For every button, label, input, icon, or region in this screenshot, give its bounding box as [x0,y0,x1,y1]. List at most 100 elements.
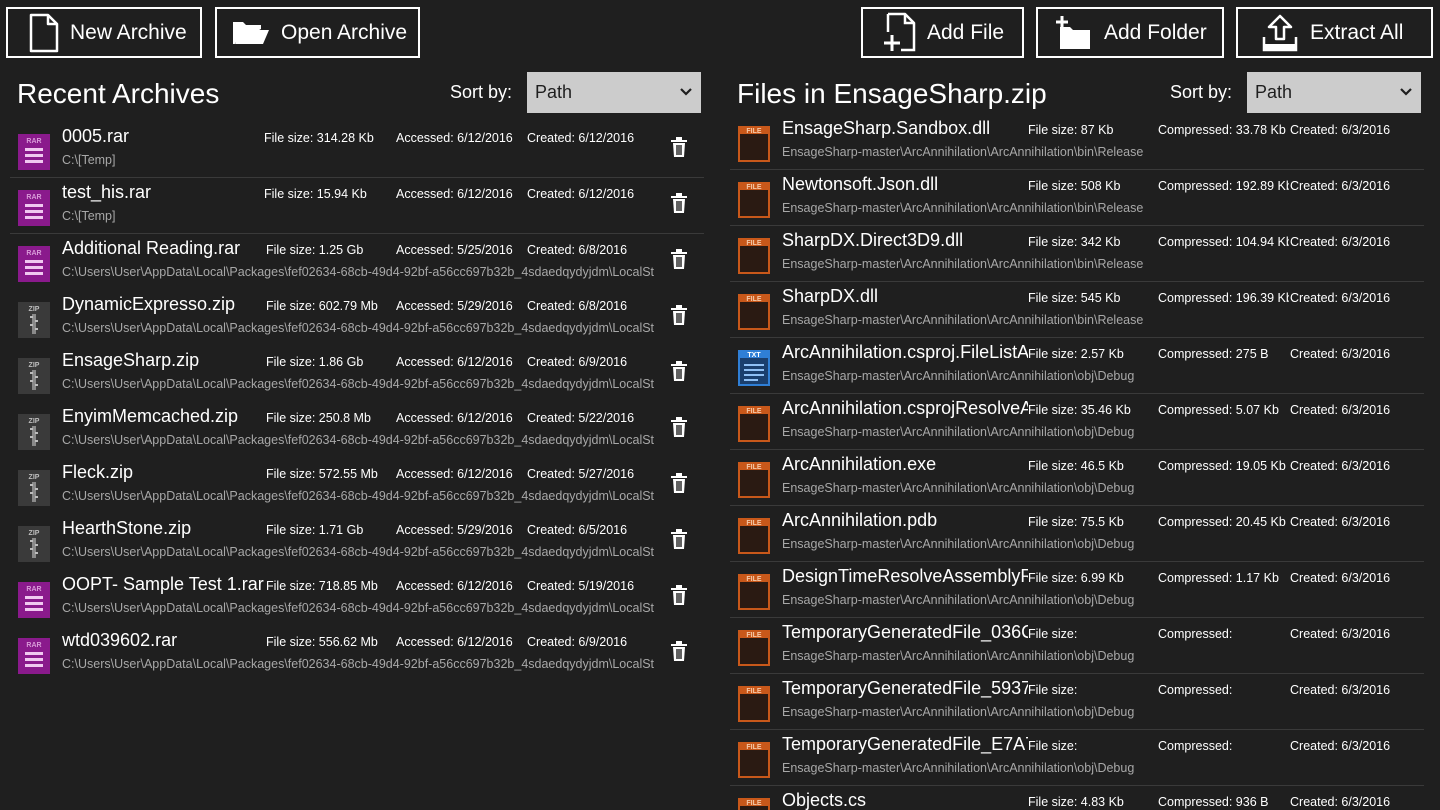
archive-file-row[interactable]: FILE SharpDX.Direct3D9.dll EnsageSharp-mas… [730,226,1424,282]
archive-file-row[interactable]: FILE DesignTimeResolveAssemblyReferences.… [730,562,1424,618]
file-path: EnsageSharp-master\ArcAnnihilation\ArcAn… [782,649,1135,663]
archive-file-row[interactable]: FILE EnsageSharp.Sandbox.dll EnsageSharp-m… [730,114,1424,170]
svg-text:RAR: RAR [26,586,41,593]
delete-trash-icon[interactable] [670,305,688,325]
archive-file-row[interactable]: FILEObjects.csEnsageSharp-master\ArcAnni… [730,786,1424,810]
archive-files-list: FILE EnsageSharp.Sandbox.dll EnsageSharp-m… [730,114,1424,810]
file-name: Objects.cs [782,790,867,810]
archive-file-row[interactable]: FILE TemporaryGeneratedFile_E7A71F73.cs En… [730,730,1424,786]
file-path: EnsageSharp-master\ArcAnnihilation\ArcAn… [782,313,1144,327]
svg-text:FILE: FILE [746,184,761,191]
archive-path: C:\Users\User\AppData\Local\Packages\fef… [62,377,655,391]
recent-sort-select[interactable]: Path [527,72,701,113]
file-size: File size: 342 Kb [1028,235,1121,249]
archive-file-row[interactable]: TXT ArcAnnihilation.csproj.FileListAbsolu… [730,338,1424,394]
svg-text:FILE: FILE [746,688,761,695]
recent-archives-list: RAR 0005.rar C:\[Temp] File size: 314.28 Kb… [10,122,704,702]
recent-archive-row[interactable]: RAR wtd039602.rar C:\Users\User\AppData\Lo… [10,626,704,682]
archive-created: Created: 5/27/2016 [527,467,635,481]
archive-file-size: File size: 1.25 Gb [266,243,364,257]
archive-accessed: Accessed: 6/12/2016 [396,187,513,201]
svg-text:ZIP: ZIP [29,474,40,481]
file-size: File size: [1028,627,1078,641]
recent-archive-row[interactable]: ZIP EnyimMemcached.zip C:\Users\User\AppDa… [10,402,704,458]
file-file-icon: FILE [736,236,772,276]
file-size: File size: 46.5 Kb [1028,459,1124,473]
file-file-icon: FILE [736,180,772,220]
new-archive-button[interactable]: New Archive [6,7,202,58]
delete-trash-icon[interactable] [670,249,688,269]
extract-icon [1262,14,1298,51]
file-created: Created: 6/3/2016 [1290,123,1391,137]
open-archive-button[interactable]: Open Archive [215,7,420,58]
recent-archive-row[interactable]: RAR 0005.rar C:\[Temp] File size: 314.28 Kb… [10,122,704,178]
file-name: EnsageSharp.Sandbox.dll [782,118,991,138]
delete-trash-icon[interactable] [670,473,688,493]
delete-trash-icon[interactable] [670,585,688,605]
add-file-button[interactable]: Add File [861,7,1024,58]
archive-path: C:\Users\User\AppData\Local\Packages\fef… [62,321,655,335]
file-path: EnsageSharp-master\ArcAnnihilation\ArcAn… [782,145,1144,159]
chevron-down-icon [1400,88,1412,96]
delete-trash-icon[interactable] [670,137,688,157]
archive-created: Created: 5/19/2016 [527,579,635,593]
delete-trash-icon[interactable] [670,417,688,437]
file-path: EnsageSharp-master\ArcAnnihilation\ArcAn… [782,425,1135,439]
file-path: EnsageSharp-master\ArcAnnihilation\ArcAn… [782,201,1144,215]
recent-archive-row[interactable]: ZIP Fleck.zip C:\Users\User\AppData\Local\… [10,458,704,514]
archive-file-row[interactable]: FILE ArcAnnihilation.pdb EnsageSharp-maste… [730,506,1424,562]
archive-file-row[interactable]: FILE ArcAnnihilation.csprojResolveAssembl… [730,394,1424,450]
extract-all-button[interactable]: Extract All [1236,7,1433,58]
recent-archive-row[interactable]: ZIP HearthStone.zip C:\Users\User\AppData\… [10,514,704,570]
recent-archive-row[interactable]: RAR OOPT- Sample Test 1.rar C:\Users\User\… [10,570,704,626]
archive-file-row[interactable]: FILE ArcAnnihilation.exe EnsageSharp-maste… [730,450,1424,506]
archive-file-size: File size: 602.79 Mb [266,299,378,313]
archive-accessed: Accessed: 6/12/2016 [396,355,513,369]
recent-archive-row[interactable]: RAR Additional Reading.rar C:\Users\User\A… [10,234,704,290]
archive-path: C:\Users\User\AppData\Local\Packages\fef… [62,657,655,671]
archive-file-row[interactable]: FILE SharpDX.dll EnsageSharp-master\ArcAnn… [730,282,1424,338]
archive-name: EnyimMemcached.zip [62,406,239,426]
archive-accessed: Accessed: 6/12/2016 [396,411,513,425]
open-archive-label: Open Archive [281,20,408,44]
recent-archive-row[interactable]: RAR test_his.rar C:\[Temp] File size: 15.94… [10,178,704,234]
file-path: EnsageSharp-master\ArcAnnihilation\ArcAn… [782,369,1135,383]
archive-path: C:\Users\User\AppData\Local\Packages\fef… [62,545,655,559]
file-compressed: Compressed: [1158,739,1233,753]
archive-file-row[interactable]: FILE Newtonsoft.Json.dll EnsageSharp-maste… [730,170,1424,226]
file-size: File size: [1028,739,1078,753]
delete-trash-icon[interactable] [670,529,688,549]
add-folder-button[interactable]: Add Folder [1036,7,1224,58]
file-name: ArcAnnihilation.csprojResolveAssemblyRef… [782,398,1028,418]
file-compressed: Compressed: 196.39 Kb [1158,291,1289,305]
file-created: Created: 6/3/2016 [1290,515,1391,529]
recent-archive-row[interactable]: ZIP EnsageSharp.zip C:\Users\User\AppData\… [10,346,704,402]
delete-trash-icon[interactable] [670,361,688,381]
add-folder-label: Add Folder [1104,20,1207,44]
delete-trash-icon[interactable] [670,641,688,661]
svg-text:FILE: FILE [746,128,761,135]
delete-trash-icon[interactable] [670,193,688,213]
files-sort-select[interactable]: Path [1247,72,1421,113]
svg-text:RAR: RAR [26,250,41,257]
file-size: File size: 35.46 Kb [1028,403,1131,417]
file-name: ArcAnnihilation.exe [782,454,937,474]
file-name: TemporaryGeneratedFile_E7A71F73.cs [782,734,1028,754]
file-created: Created: 6/3/2016 [1290,179,1391,193]
svg-text:FILE: FILE [746,576,761,583]
archive-file-row[interactable]: FILE TemporaryGeneratedFile_036C0B5B.cs En… [730,618,1424,674]
archive-file-size: File size: 572.55 Mb [266,467,378,481]
archive-file-row[interactable]: FILE TemporaryGeneratedFile_5937a670.cs En… [730,674,1424,730]
recent-archive-row[interactable]: ZIP DynamicExpresso.zip C:\Users\User\AppD… [10,290,704,346]
extract-all-label: Extract All [1310,20,1404,44]
archive-file-size: File size: 1.71 Gb [266,523,364,537]
svg-text:FILE: FILE [746,632,761,639]
zip-archive-icon: ZIP [16,468,52,508]
rar-archive-icon: RAR [16,188,52,228]
recent-archives-title: Recent Archives [17,78,220,109]
file-created: Created: 6/3/2016 [1290,795,1391,809]
archive-accessed: Accessed: 5/29/2016 [396,299,513,313]
file-created: Created: 6/3/2016 [1290,683,1391,697]
rar-archive-icon: RAR [16,244,52,284]
add-file-icon [884,12,916,51]
